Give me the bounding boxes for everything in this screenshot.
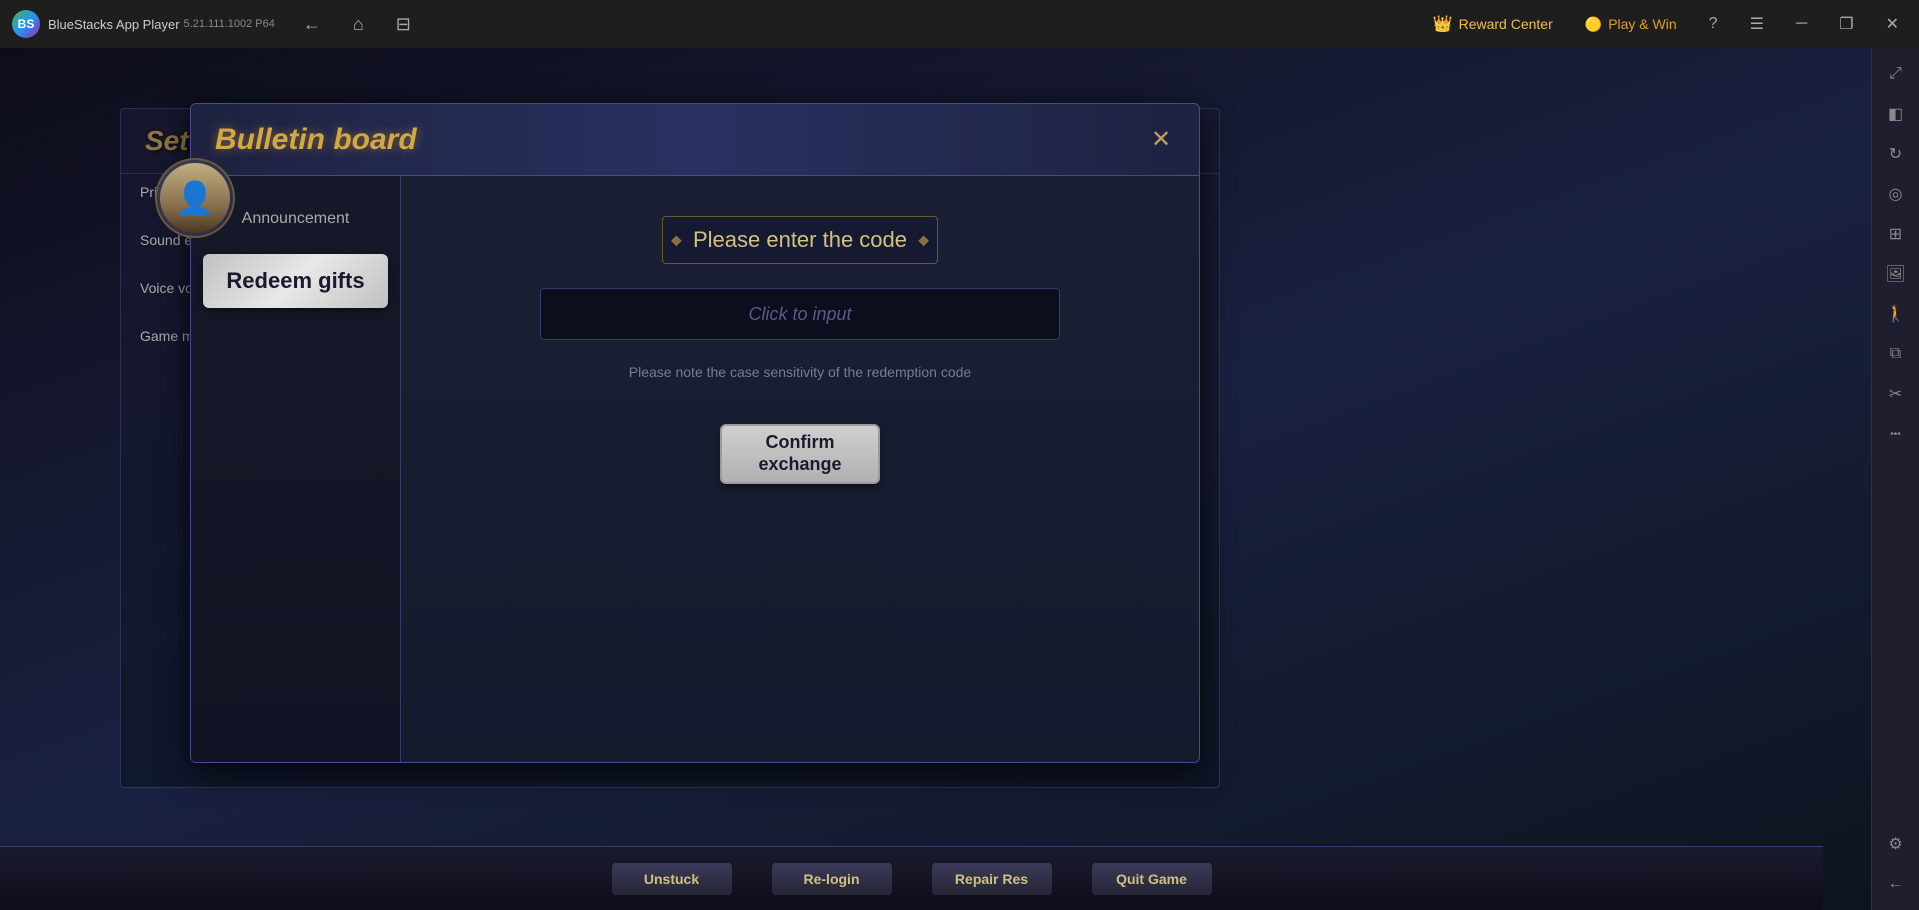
app-name: BlueStacks App Player: [48, 17, 180, 32]
game-area: Settings Priority Target Sound effects V…: [0, 48, 1871, 910]
titlebar-right: 👑 Reward Center 🟡 Play & Win ? ☰ ─ ❐ ✕: [1425, 10, 1907, 38]
titlebar-nav: ← ⌂ ⊟: [295, 10, 419, 39]
confirm-btn-line2: exchange: [758, 454, 841, 476]
avatar-image: 👤: [160, 163, 230, 233]
crown-icon: 👑: [1433, 14, 1453, 34]
app-logo: BS: [12, 10, 40, 38]
bookmark-button[interactable]: ⊟: [388, 10, 419, 39]
scissors-icon[interactable]: ✂: [1878, 376, 1914, 412]
relogin-label: Re-login: [804, 871, 860, 887]
bulletin-close-button[interactable]: ✕: [1143, 122, 1179, 158]
confirm-exchange-button[interactable]: Confirm exchange: [720, 424, 880, 484]
restore-button[interactable]: ❐: [1831, 10, 1861, 38]
camera-icon[interactable]: ◧: [1878, 96, 1914, 132]
refresh-icon[interactable]: ↻: [1878, 136, 1914, 172]
locate-icon[interactable]: ◎: [1878, 176, 1914, 212]
sidebar-item-redeem-gifts[interactable]: Redeem gifts: [203, 254, 388, 308]
confirm-btn-line1: Confirm: [766, 432, 835, 454]
back-button[interactable]: ←: [295, 10, 329, 39]
reward-center-button[interactable]: 👑 Reward Center: [1425, 10, 1561, 38]
relogin-button[interactable]: Re-login: [772, 863, 892, 895]
menu-button[interactable]: ☰: [1742, 10, 1772, 38]
reward-center-label: Reward Center: [1459, 16, 1553, 32]
code-title-container: Please enter the code: [662, 216, 938, 264]
home-button[interactable]: ⌂: [345, 10, 372, 39]
code-title-background: Please enter the code: [662, 216, 938, 264]
repair-res-label: Repair Res: [955, 871, 1028, 887]
bulletin-content: Please enter the code Click to input Ple…: [401, 176, 1199, 762]
character-avatar: 👤: [155, 158, 235, 238]
bulletin-sidebar: Announcement Redeem gifts: [191, 176, 401, 762]
quit-game-label: Quit Game: [1116, 871, 1187, 887]
arrow-left-icon[interactable]: ←: [1878, 866, 1914, 902]
titlebar: BS BlueStacks App Player 5.21.111.1002 P…: [0, 0, 1919, 48]
code-note-text: Please note the case sensitivity of the …: [629, 364, 971, 380]
unstuck-label: Unstuck: [644, 871, 699, 887]
grid-icon[interactable]: ⊞: [1878, 216, 1914, 252]
play-win-label: Play & Win: [1608, 16, 1676, 32]
bulletin-body: Announcement Redeem gifts Please enter t…: [191, 176, 1199, 762]
quit-game-button[interactable]: Quit Game: [1092, 863, 1212, 895]
close-button[interactable]: ✕: [1878, 10, 1907, 38]
play-win-button[interactable]: 🟡 Play & Win: [1577, 12, 1685, 37]
app-version: 5.21.111.1002 P64: [184, 18, 275, 30]
more-icon[interactable]: •••: [1878, 416, 1914, 452]
bulletin-header: Bulletin board ✕: [191, 104, 1199, 176]
person-icon[interactable]: 🚶: [1878, 296, 1914, 332]
right-sidebar: ⤢ ◧ ↻ ◎ ⊞ 🖼 🚶 ⧉ ✂ ••• ⚙ ←: [1871, 48, 1919, 910]
logo-text: BS: [18, 17, 35, 31]
code-title-text: Please enter the code: [693, 227, 907, 252]
coin-icon: 🟡: [1585, 16, 1602, 33]
bulletin-title: Bulletin board: [215, 123, 417, 157]
avatar-face-icon: 👤: [175, 179, 215, 217]
unstuck-button[interactable]: Unstuck: [612, 863, 732, 895]
minimize-button[interactable]: ─: [1788, 11, 1815, 37]
help-button[interactable]: ?: [1701, 11, 1726, 37]
layers-icon[interactable]: ⧉: [1878, 336, 1914, 372]
image-icon[interactable]: 🖼: [1878, 256, 1914, 292]
settings-gear-icon[interactable]: ⚙: [1878, 826, 1914, 862]
code-input-placeholder: Click to input: [748, 304, 851, 325]
repair-res-button[interactable]: Repair Res: [932, 863, 1052, 895]
bottom-toolbar: Unstuck Re-login Repair Res Quit Game: [0, 846, 1823, 910]
bulletin-board: Bulletin board ✕ Announcement Redeem gif…: [190, 103, 1200, 763]
code-input-field[interactable]: Click to input: [540, 288, 1060, 340]
expand-icon[interactable]: ⤢: [1878, 56, 1914, 92]
